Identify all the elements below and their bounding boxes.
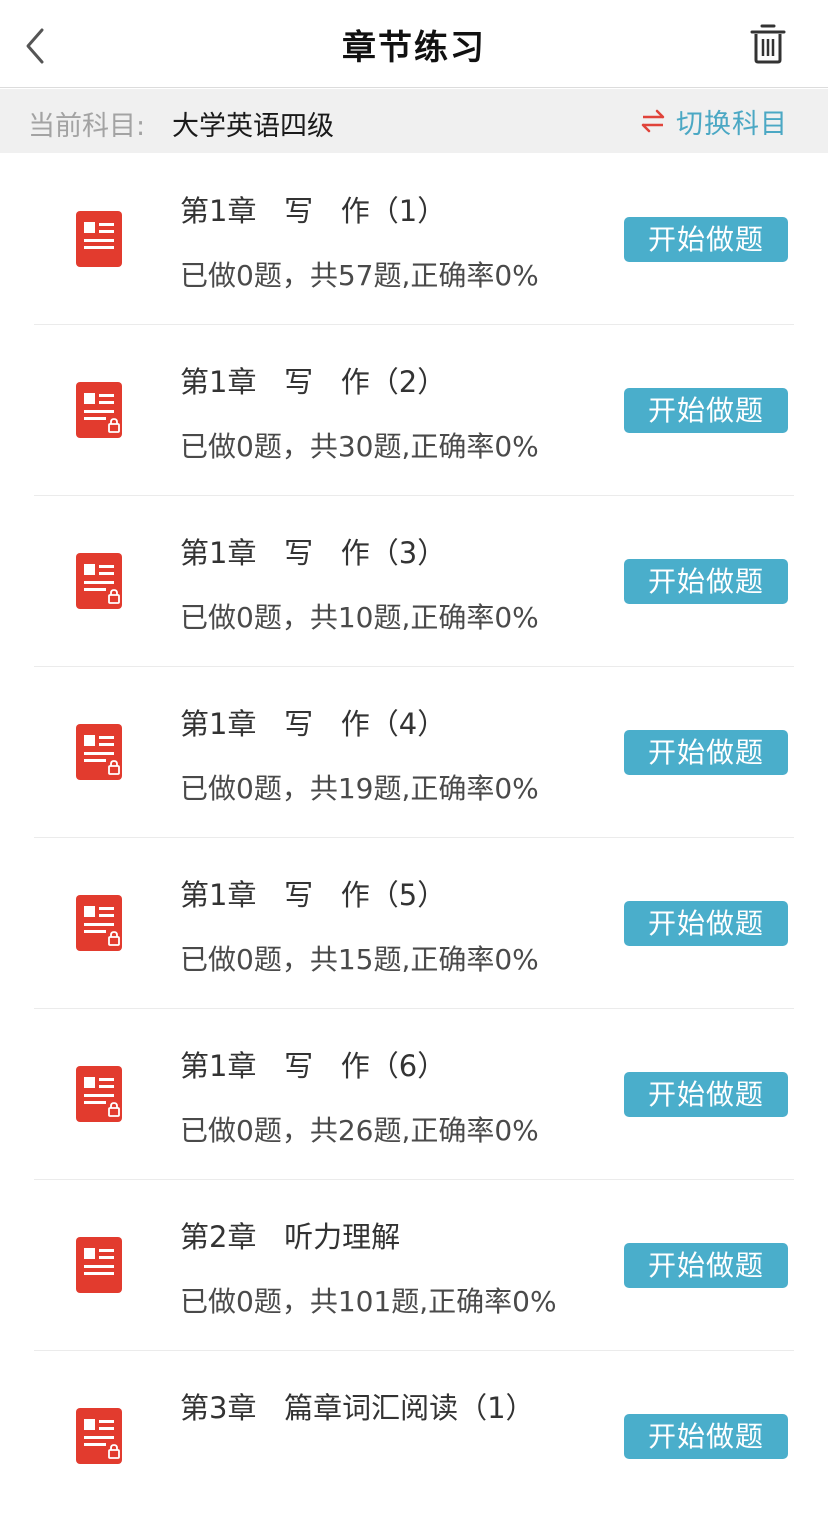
chapter-stats: 已做0题，共57题,正确率0% — [180, 259, 539, 292]
chapter-title: 第1章 写 作（5） — [180, 878, 447, 912]
start-practice-button[interactable]: 开始做题 — [624, 730, 788, 775]
chapter-title: 第1章 写 作（2） — [180, 365, 447, 399]
subject-bar: 当前科目: 大学英语四级 切换科目 — [0, 89, 828, 153]
chapter-stats: 已做0题，共101题,正确率0% — [180, 1285, 557, 1318]
chapter-stats: 已做0题，共19题,正确率0% — [180, 772, 539, 805]
page-title: 章节练习 — [342, 28, 486, 68]
chapter-title: 第2章 听力理解 — [180, 1220, 401, 1254]
chapter-title: 第1章 写 作（6） — [180, 1049, 447, 1083]
current-subject-value: 大学英语四级 — [172, 111, 334, 142]
start-practice-button[interactable]: 开始做题 — [624, 1414, 788, 1459]
document-lock-icon — [76, 1066, 124, 1122]
swap-icon — [641, 109, 665, 133]
document-lock-icon — [76, 382, 124, 438]
chapter-stats: 已做0题，共26题,正确率0% — [180, 1114, 539, 1147]
document-lock-icon — [76, 895, 124, 951]
chapter-title: 第3章 篇章词汇阅读（1） — [180, 1391, 535, 1425]
chapter-title: 第1章 写 作（4） — [180, 707, 447, 741]
chapter-item[interactable]: 第1章 写 作（6） 已做0题，共26题,正确率0% 开始做题 — [0, 1009, 828, 1180]
document-lock-icon — [76, 1408, 124, 1464]
start-practice-button[interactable]: 开始做题 — [624, 217, 788, 262]
chapter-stats: 已做0题，共30题,正确率0% — [180, 430, 539, 463]
chapter-title: 第1章 写 作（3） — [180, 536, 447, 570]
current-subject-label: 当前科目: — [28, 111, 146, 142]
chapter-item[interactable]: 第1章 写 作（3） 已做0题，共10题,正确率0% 开始做题 — [0, 496, 828, 667]
chapter-item[interactable]: 第2章 听力理解 已做0题，共101题,正确率0% 开始做题 — [0, 1180, 828, 1351]
chapter-stats: 已做0题，共10题,正确率0% — [180, 601, 539, 634]
document-lock-icon — [76, 553, 124, 609]
chapter-item[interactable]: 第3章 篇章词汇阅读（1） 开始做题 — [0, 1351, 828, 1522]
navigation-bar: 章节练习 — [0, 0, 828, 88]
document-icon — [76, 211, 124, 267]
trash-icon[interactable] — [748, 22, 788, 66]
switch-subject-button[interactable]: 切换科目 — [640, 101, 788, 141]
start-practice-button[interactable]: 开始做题 — [624, 1072, 788, 1117]
chapter-item[interactable]: 第1章 写 作（4） 已做0题，共19题,正确率0% 开始做题 — [0, 667, 828, 838]
switch-subject-label: 切换科目 — [676, 108, 788, 140]
document-lock-icon — [76, 724, 124, 780]
start-practice-button[interactable]: 开始做题 — [624, 559, 788, 604]
chapter-item[interactable]: 第1章 写 作（2） 已做0题，共30题,正确率0% 开始做题 — [0, 325, 828, 496]
chapter-item[interactable]: 第1章 写 作（1） 已做0题，共57题,正确率0% 开始做题 — [0, 154, 828, 325]
start-practice-button[interactable]: 开始做题 — [624, 901, 788, 946]
chapter-list: 第1章 写 作（1） 已做0题，共57题,正确率0% 开始做题 第1章 写 作（… — [0, 154, 828, 1522]
chapter-stats: 已做0题，共15题,正确率0% — [180, 943, 539, 976]
chapter-item[interactable]: 第1章 写 作（5） 已做0题，共15题,正确率0% 开始做题 — [0, 838, 828, 1009]
start-practice-button[interactable]: 开始做题 — [624, 1243, 788, 1288]
chapter-title: 第1章 写 作（1） — [180, 194, 447, 228]
start-practice-button[interactable]: 开始做题 — [624, 388, 788, 433]
document-icon — [76, 1237, 124, 1293]
